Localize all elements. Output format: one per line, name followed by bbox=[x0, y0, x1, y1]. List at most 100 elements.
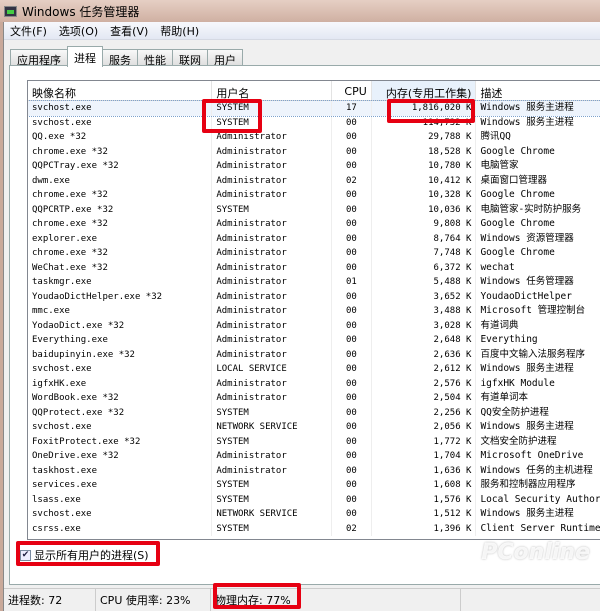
cell-description: Google Chrome bbox=[480, 247, 555, 258]
cell-image-name: taskhost.exe bbox=[28, 463, 213, 478]
table-row[interactable]: igfxHK.exe Administrator 00 2,576 KigfxHK M… bbox=[28, 376, 600, 391]
cell-description: wechat bbox=[480, 261, 515, 273]
cell-cpu: 00 bbox=[332, 202, 372, 217]
cell-image-name: QQPCRTP.exe *32 bbox=[28, 202, 213, 217]
cell-cpu: 00 bbox=[332, 130, 372, 145]
table-row[interactable]: YodaoDict.exe *32 Administrator 00 3,028 K有… bbox=[28, 318, 600, 333]
menu-options[interactable]: 选项(O) bbox=[53, 23, 104, 39]
table-row[interactable]: OneDrive.exe *32 Administrator 00 1,704 K Mi… bbox=[28, 449, 600, 464]
table-row[interactable]: chrome.exe *32 Administrator 00 18,528 K Goo… bbox=[28, 144, 600, 159]
table-row[interactable]: QQ.exe *32 Administrator 00 29,788 K 腾讯QQ bbox=[28, 130, 600, 145]
cell-user-name: Administrator bbox=[212, 333, 332, 348]
table-row[interactable]: csrss.exe SYSTEM 02 1,396 K Client Server Ru… bbox=[28, 521, 600, 536]
column-user-name[interactable]: 用户名 bbox=[212, 81, 332, 100]
cell-memory: 5,488 K bbox=[372, 275, 477, 290]
table-row[interactable]: chrome.exe *32 Administrator 00 9,808 K Goog… bbox=[28, 217, 600, 232]
table-row[interactable]: WordBook.exe *32 Administrator 00 2,504 K 有道… bbox=[28, 391, 600, 406]
tab-users[interactable]: 用户 bbox=[207, 49, 243, 67]
cell-memory: 7,748 K bbox=[372, 246, 477, 261]
cell-cpu: 00 bbox=[332, 434, 372, 449]
cell-memory: 114,732 K bbox=[372, 115, 477, 130]
menu-bar: 文件(F) 选项(O) 查看(V) 帮助(H) bbox=[4, 22, 600, 40]
process-list: 映像名称 用户名 CPU 内存(专用工作集) 描述 svchost.exe SYS… bbox=[27, 80, 600, 540]
cell-user-name: Administrator bbox=[212, 173, 332, 188]
tab-services[interactable]: 服务 bbox=[102, 49, 138, 67]
table-row[interactable]: explorer.exe Administrator 00 8,764 K Window… bbox=[28, 231, 600, 246]
cell-cpu: 00 bbox=[332, 144, 372, 159]
cell-memory: 3,028 K bbox=[372, 318, 477, 333]
tab-applications[interactable]: 应用程序 bbox=[10, 49, 68, 67]
table-row[interactable]: mmc.exe Administrator 00 3,488 K Microsoft 管… bbox=[28, 304, 600, 319]
cell-memory: 1,576 K bbox=[372, 492, 477, 507]
cell-memory: 18,528 K bbox=[372, 144, 477, 159]
menu-file[interactable]: 文件(F) bbox=[4, 23, 53, 39]
menu-help[interactable]: 帮助(H) bbox=[154, 23, 205, 39]
cell-image-name: svchost.exe bbox=[28, 362, 213, 377]
cell-description: 桌面窗口管理器 bbox=[480, 174, 547, 186]
table-row[interactable]: WeChat.exe *32 Administrator 00 6,372 Kwech… bbox=[28, 260, 600, 275]
table-row[interactable]: QQPCRTP.exe *32 SYSTEM 00 10,036 K 电脑管家-实时防护… bbox=[28, 202, 600, 217]
table-row[interactable]: YoudaoDictHelper.exe *32 Administrator 00 3… bbox=[28, 289, 600, 304]
tab-networking[interactable]: 联网 bbox=[172, 49, 208, 67]
menu-view[interactable]: 查看(V) bbox=[104, 23, 154, 39]
cell-user-name: Administrator bbox=[212, 449, 332, 464]
table-row[interactable]: svchost.exe SYSTEM 17 1,816,020 K Windows 服务… bbox=[28, 100, 600, 117]
table-row[interactable]: QQProtect.exe *32 SYSTEM 00 2,256 K QQ安全防护进程 bbox=[28, 405, 600, 420]
table-row[interactable]: svchost.exe NETWORK SERVICE 00 2,056 K Windo… bbox=[28, 420, 600, 435]
cell-user-name: Administrator bbox=[212, 289, 332, 304]
cell-user-name: Administrator bbox=[212, 217, 332, 232]
show-all-users-checkbox[interactable]: ✔ 显示所有用户的进程(S) bbox=[20, 547, 149, 563]
cell-description: QQ安全防护进程 bbox=[480, 406, 549, 418]
tab-processes[interactable]: 进程 bbox=[67, 46, 103, 67]
cell-description: Microsoft 管理控制台 bbox=[480, 305, 586, 316]
table-row[interactable]: QQPCTray.exe *32 Administrator 00 10,780 K电… bbox=[28, 159, 600, 174]
cell-image-name: chrome.exe *32 bbox=[28, 246, 213, 261]
cell-memory: 1,512 K bbox=[372, 507, 477, 522]
table-row[interactable]: taskhost.exe Administrator 00 1,636 K Window… bbox=[28, 463, 600, 478]
cell-user-name: Administrator bbox=[212, 463, 332, 478]
table-row[interactable]: lsass.exe SYSTEM 00 1,576 K Local Security A… bbox=[28, 492, 600, 507]
cell-image-name: chrome.exe *32 bbox=[28, 144, 213, 159]
cell-user-name: Administrator bbox=[212, 260, 332, 275]
cell-memory: 8,764 K bbox=[372, 231, 477, 246]
table-row[interactable]: chrome.exe *32 Administrator 00 7,748 K Goog… bbox=[28, 246, 600, 261]
table-row[interactable]: Everything.exe Administrator 00 2,648 K Ever… bbox=[28, 333, 600, 348]
cell-user-name: Administrator bbox=[212, 188, 332, 203]
table-row[interactable]: taskmgr.exe Administrator 01 5,488 K Windows… bbox=[28, 275, 600, 290]
table-row[interactable]: dwm.exe Administrator 02 10,412 K 桌面窗口管理器 bbox=[28, 173, 600, 188]
column-description[interactable]: 描述 bbox=[476, 81, 600, 100]
cell-description: Windows 任务的主机进程 bbox=[480, 464, 593, 476]
cell-cpu: 00 bbox=[332, 260, 372, 275]
cell-cpu: 00 bbox=[332, 507, 372, 522]
table-row[interactable]: FoxitProtect.exe *32 SYSTEM 00 1,772 K 文档安全防… bbox=[28, 434, 600, 449]
table-row[interactable]: chrome.exe *32 Administrator 00 10,328 K Goo… bbox=[28, 188, 600, 203]
cell-memory: 29,788 K bbox=[372, 130, 477, 145]
column-memory[interactable]: 内存(专用工作集) bbox=[371, 81, 477, 100]
table-row[interactable]: svchost.exe LOCAL SERVICE 00 2,612 K Windows… bbox=[28, 362, 600, 377]
tab-performance[interactable]: 性能 bbox=[137, 49, 173, 67]
cell-cpu: 00 bbox=[332, 289, 372, 304]
table-row[interactable]: services.exe SYSTEM 00 1,608 K 服务和控制器应用程序 bbox=[28, 478, 600, 493]
table-row[interactable]: svchost.exe SYSTEM 00 114,732 K Windows 服务主进… bbox=[28, 115, 600, 130]
cell-image-name: svchost.exe bbox=[28, 507, 213, 522]
table-row[interactable]: baidupinyin.exe *32 Administrator 00 2,636 … bbox=[28, 347, 600, 362]
cell-image-name: WeChat.exe *32 bbox=[28, 260, 213, 275]
column-image-name[interactable]: 映像名称 bbox=[28, 81, 213, 100]
cell-image-name: YoudaoDictHelper.exe *32 bbox=[28, 289, 213, 304]
column-cpu[interactable]: CPU bbox=[332, 81, 372, 100]
cell-description: 百度中文输入法服务程序 bbox=[480, 348, 585, 360]
list-header: 映像名称 用户名 CPU 内存(专用工作集) 描述 bbox=[28, 81, 600, 101]
table-row[interactable]: svchost.exe NETWORK SERVICE 00 1,512 K Windo… bbox=[28, 507, 600, 522]
cell-cpu: 00 bbox=[332, 318, 372, 333]
cell-memory: 10,780 K bbox=[372, 159, 477, 174]
checkbox-checked-icon[interactable]: ✔ bbox=[20, 549, 31, 561]
cell-memory: 9,808 K bbox=[372, 217, 477, 232]
cell-description: Local Security Authority bbox=[480, 493, 600, 505]
cell-user-name: Administrator bbox=[212, 130, 332, 145]
cell-description: Windows 任务管理器 bbox=[480, 276, 574, 287]
cell-memory: 2,256 K bbox=[372, 405, 477, 420]
cell-image-name: WordBook.exe *32 bbox=[28, 391, 213, 406]
title-bar: Windows 任务管理器 bbox=[0, 0, 600, 22]
cell-description: Windows 服务主进程 bbox=[480, 508, 574, 519]
pconline-watermark: PConline bbox=[481, 540, 590, 565]
